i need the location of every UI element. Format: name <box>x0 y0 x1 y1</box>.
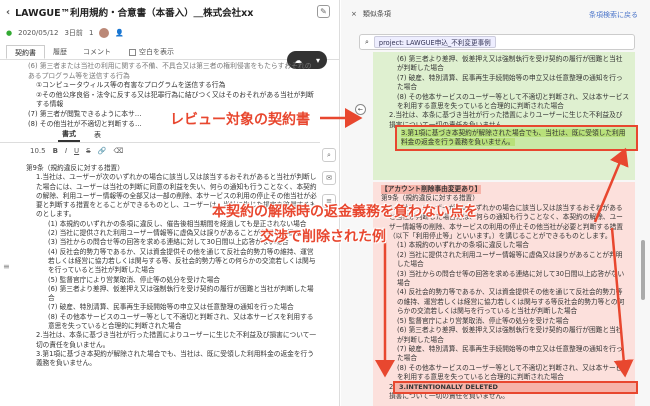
date-label: 2020/05/12 <box>18 29 59 37</box>
font-size-select[interactable]: 10.5 <box>30 147 46 155</box>
tab-history[interactable]: 履歴 <box>45 45 75 59</box>
panel-header: × 類似条項 条項検索に戻る <box>341 0 650 28</box>
status-dot-icon: ● <box>6 29 13 37</box>
checkbox-icon[interactable] <box>129 48 136 56</box>
editor-tabs: 書式 表 <box>0 127 320 143</box>
tab-format[interactable]: 書式 <box>58 128 80 142</box>
clause-line: (8) その他本サービスのユーザー等として不適切と判断され、又は本サービスを利用… <box>397 92 630 111</box>
doc-line: (5) 監督官庁により営業取消、停止等の処分を受けた場合 <box>48 275 220 284</box>
clause-line: (2) 当社に提供された利用ユーザー情報等に虚偽又は誤りがあることが判明した場合 <box>397 250 623 269</box>
scrollbar[interactable] <box>641 240 645 300</box>
clause-line: (5) 監督官庁により営業取消、停止等の処分を受けた場合 <box>397 316 569 325</box>
doc-line: (8) その他本サービスのユーザー等として不適切と判断され、又は本サービスを利用… <box>48 312 314 331</box>
clause-line: (7) 破産、特別清算、民事再生手続開始等の申立又は任意整理の通知を行った場合 <box>397 344 623 363</box>
italic-button[interactable]: I <box>65 147 67 155</box>
deleted-text: 3.INTENTIONALLY DELETED <box>399 383 498 391</box>
close-icon[interactable]: × <box>351 10 357 18</box>
doc-line: ①コンピュータウィルス等の有害なプログラムを送信する行為 <box>36 81 226 90</box>
doc-line: 第9条（規約違反に対する措置） <box>26 164 124 172</box>
back-to-search-link[interactable]: 条項検索に戻る <box>589 10 638 20</box>
search-input[interactable]: ⌕ project: LAWGUE申込_不利変更事例 <box>359 34 635 50</box>
comment-icon[interactable]: ✉ <box>322 171 336 185</box>
strike-button[interactable]: S <box>86 147 90 155</box>
meta-bar: ● 2020/05/12 3日前 1 👤 <box>6 26 124 40</box>
doc-line: (4) 反社会的勢力等であるか、又は資金提供その他を通じて反社会的勢力等の維持、… <box>48 247 316 275</box>
doc-line: (6) 第三者または当社の利用に関する不備、不具合又は第三者の権利侵害をもたらす… <box>28 62 312 80</box>
search-chip[interactable]: project: LAWGUE申込_不利変更事例 <box>373 36 496 48</box>
back-chevron-icon[interactable]: ‹ <box>6 7 10 18</box>
clause-line: (3) 当社からの問合せ等の回答を求める連絡に対して30日間以上応答がない場合 <box>397 269 625 288</box>
link-icon[interactable]: 🔗 <box>98 147 107 155</box>
underline-button[interactable]: U <box>74 147 79 155</box>
clause-line: (1) 本規約のいずれかの条項に違反した場合 <box>397 241 529 250</box>
document-title: LAWGUE™利用規約・合意書（本番入）＿株式会社xx <box>15 8 254 19</box>
doc-line: ②その他公序良俗・法令に反する又は犯罪行為に結びつく又はそのおそれがある当社が判… <box>36 90 314 109</box>
doc-line: 3.第1項に基づき本契約が解除された場合でも、当社は、既に受領した利用料金の返金… <box>36 349 314 368</box>
show-whitespace-toggle[interactable]: 空白を表示 <box>129 47 174 59</box>
change-header: 【アカウント削除事由変更あり】 <box>381 185 482 195</box>
annotation-refund-clause: 本契約の解除時の返金義務を負わない点を <box>212 204 478 220</box>
user-icon[interactable]: 👤 <box>115 29 124 37</box>
count-label: 1 <box>88 29 94 37</box>
tab-comments[interactable]: コメント <box>75 45 119 59</box>
drag-handle-icon[interactable]: ≡ <box>3 262 10 271</box>
title-bar: ‹ LAWGUE™利用規約・合意書（本番入）＿株式会社xx ✎ <box>0 0 340 24</box>
doc-line: (7) 破産、特別清算、民事再生手続開始等の申立又は任意整理の通知を行った場合 <box>48 303 294 312</box>
clause-line: (8) その他本サービスのユーザー等として不適切と判断され、又は本サービスを利用… <box>397 363 630 382</box>
document-body: 第9条（規約違反に対する措置） 1.当社は、ユーザーが次のいずれかの場合に該当し又… <box>26 164 320 369</box>
show-whitespace-label: 空白を表示 <box>139 48 174 56</box>
edit-icon[interactable]: ✎ <box>317 5 330 18</box>
bold-button[interactable]: B <box>53 147 58 155</box>
tab-table[interactable]: 表 <box>90 129 105 141</box>
matched-clause-block: (6) 第三者より差押、仮差押え又は強制執行を受け契約の履行が困難と当社が判断し… <box>373 52 635 180</box>
clear-format-icon[interactable]: ⌫ <box>113 147 123 155</box>
avatar[interactable] <box>99 28 110 38</box>
collapse-arrow-icon[interactable]: ← <box>355 104 366 115</box>
tab-contract[interactable]: 契約書 <box>6 45 45 59</box>
clause-line: (6) 第三者より差押、仮差押え又は強制執行を受け契約の履行が困難と当社が判断し… <box>397 326 623 344</box>
panel-title: 類似条項 <box>362 10 391 18</box>
days-label: 3日前 <box>64 29 83 37</box>
clause-line: (7) 破産、特別清算、民事再生手続開始等の申立又は任意整理の通知を行った場合 <box>397 73 623 92</box>
format-toolbar: 10.5 B I U S 🔗 ⌫ <box>0 144 320 158</box>
search-icon: ⌕ <box>365 37 369 46</box>
doc-line: (6) 第三者より差押、仮差押え又は強制執行を受け契約の履行が困難と当社が判断し… <box>48 284 314 303</box>
annotation-review-target: レビュー対象の契約書 <box>170 112 310 128</box>
clause-line: (6) 第三者より差押、仮差押え又は強制執行を受け契約の履行が困難と当社が判断し… <box>397 55 623 73</box>
highlight-text: 3.第1項に基づき本契約が解除された場合でも、当社は、既に受領した利用料金の返金… <box>401 129 626 147</box>
search-icon[interactable]: ⌕ <box>322 148 336 162</box>
annotation-deleted-example: 交渉で削除された例 <box>260 229 386 245</box>
app-root: ‹ LAWGUE™利用規約・合意書（本番入）＿株式会社xx ✎ ● 2020/0… <box>0 0 650 406</box>
clause-line: (4) 反社会的勢力等であるか、又は資金提供その他を通じて反社会的勢力等の維持、… <box>397 288 625 316</box>
doc-line: 2.当社は、本条に基づき当社が行った措置によりユーザーに生じた不利益及び損害につ… <box>36 331 317 349</box>
matched-highlight: 3.第1項に基づき本契約が解除された場合でも、当社は、既に受領した利用料金の返金… <box>395 125 638 151</box>
deleted-highlight: 3.INTENTIONALLY DELETED <box>393 381 638 394</box>
